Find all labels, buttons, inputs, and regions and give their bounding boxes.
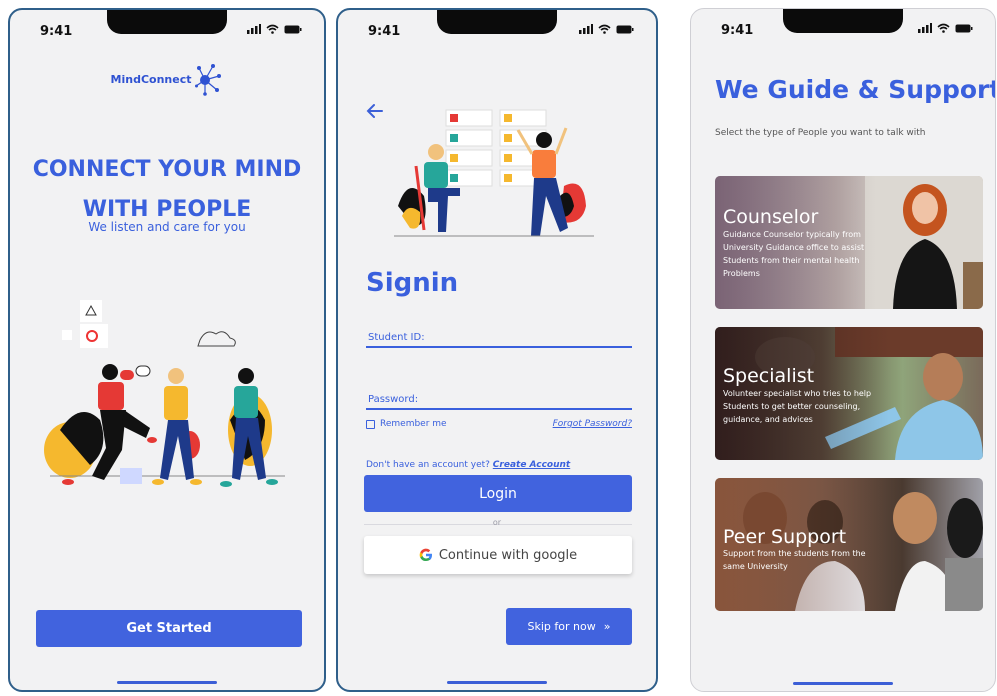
wifi-icon (598, 24, 611, 34)
specialist-title: Specialist (723, 365, 815, 387)
guide-title: We Guide & Support! (715, 75, 996, 104)
student-id-input[interactable] (366, 346, 632, 348)
back-arrow-icon[interactable] (366, 102, 384, 124)
status-time: 9:41 (40, 24, 73, 39)
login-button[interactable]: Login (364, 475, 632, 512)
google-signin-button[interactable]: Continue with google (364, 536, 632, 574)
signal-icon (579, 24, 593, 34)
skip-label: Skip for now (527, 620, 596, 633)
home-indicator (793, 682, 893, 685)
status-time: 9:41 (368, 24, 401, 39)
no-account-text: Don't have an account yet? Create Accoun… (366, 460, 570, 470)
signin-illustration (394, 109, 594, 237)
specialist-desc: Volunteer specialist who tries to help S… (723, 389, 872, 424)
wifi-icon (266, 24, 279, 34)
signal-icon (918, 23, 932, 33)
create-account-link[interactable]: Create Account (493, 460, 570, 470)
signin-screen: 9:41 Signin Student ID: Password: Rememb… (336, 8, 658, 692)
onboarding-screen: 9:41 MindConnect CONNECT YOUR MIND WITH … (8, 8, 326, 692)
remember-label: Remember me (380, 419, 447, 429)
signal-icon (247, 24, 261, 34)
signin-title: Signin (366, 268, 459, 298)
specialist-card[interactable]: Specialist Volunteer specialist who trie… (715, 327, 983, 460)
no-account-label: Don't have an account yet? (366, 460, 490, 470)
get-started-button[interactable]: Get Started (36, 610, 302, 647)
password-label: Password: (368, 394, 419, 405)
remember-me[interactable]: Remember me (366, 419, 447, 429)
forgot-password-link[interactable]: Forgot Password? (553, 419, 632, 429)
people-illustration (44, 300, 285, 487)
google-button-label: Continue with google (438, 547, 578, 563)
remember-checkbox[interactable] (366, 419, 375, 429)
notch (783, 9, 903, 33)
home-indicator (117, 681, 217, 684)
status-time: 9:41 (721, 23, 754, 38)
brand-name: MindConnect (110, 72, 192, 86)
wifi-icon (937, 23, 950, 33)
stage: 9:41 MindConnect CONNECT YOUR MIND WITH … (0, 0, 997, 696)
peer-support-card[interactable]: Peer Support Support from the students f… (715, 478, 983, 611)
password-input[interactable] (366, 408, 632, 410)
battery-icon (616, 25, 634, 33)
brand-logo: MindConnect (10, 62, 324, 96)
hero-title: CONNECT YOUR MIND WITH PEOPLE (10, 150, 324, 230)
network-logo-icon (195, 64, 222, 96)
or-text: or (492, 518, 502, 527)
peer-support-title: Peer Support (723, 526, 847, 548)
hero-subtitle: We listen and care for you (88, 220, 246, 234)
battery-icon (284, 25, 302, 33)
notch (107, 10, 227, 34)
double-chevron-right-icon: » (603, 620, 611, 633)
status-icons (918, 23, 973, 33)
counselor-title: Counselor (723, 206, 819, 228)
google-icon (419, 548, 432, 562)
status-icons (247, 24, 302, 34)
battery-icon (955, 24, 973, 32)
guide-subtitle: Select the type of People you want to ta… (715, 128, 926, 138)
notch (437, 10, 557, 34)
counselor-card[interactable]: Counselor Guidance Counselor typically f… (715, 176, 983, 309)
counselor-desc: Guidance Counselor typically from Univer… (723, 230, 865, 278)
status-icons (579, 24, 634, 34)
peer-support-desc: Support from the students from the same … (723, 549, 866, 571)
student-id-label: Student ID: (368, 332, 425, 343)
home-indicator (447, 681, 547, 684)
skip-button[interactable]: Skip for now » (506, 608, 632, 645)
hero-title-line1: CONNECT YOUR MIND (32, 157, 302, 182)
support-type-screen: 9:41 We Guide & Support! Select the type… (690, 8, 996, 692)
